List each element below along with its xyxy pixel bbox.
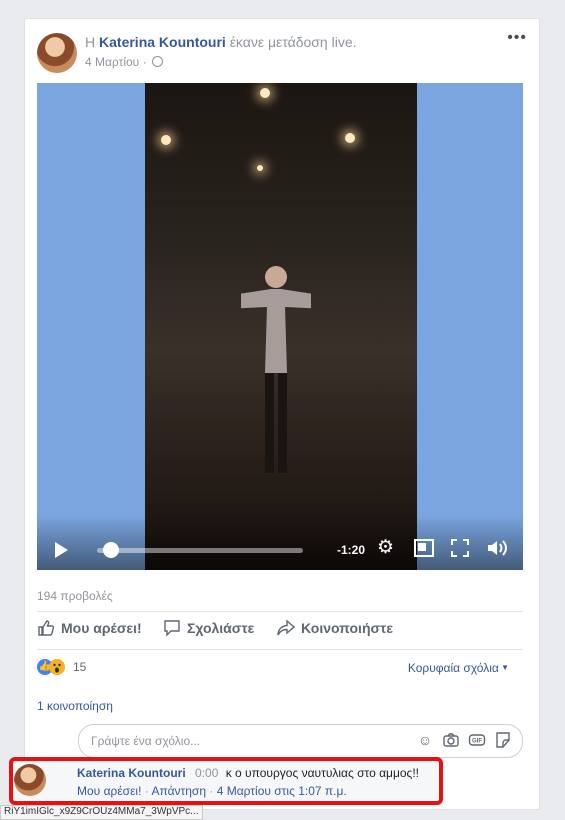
emoji-icon[interactable]: ☺ [416, 731, 434, 749]
thumbs-up-icon [38, 620, 55, 636]
post-date[interactable]: 4 Μαρτίου [85, 55, 139, 69]
reactions-row: 👍 15 Κορυφαία σχόλια ▼ [37, 659, 523, 677]
more-options-icon[interactable]: ••• [507, 29, 527, 47]
ceiling-light [161, 135, 171, 145]
share-button[interactable]: Κοινοποιήστε [277, 619, 393, 637]
camera-icon[interactable] [442, 731, 460, 749]
post-header: Η Katerina Kountouri έκανε μετάδοση live… [85, 34, 357, 50]
comment-icon [164, 620, 180, 637]
gif-icon[interactable]: GIF [468, 731, 486, 749]
remaining-time: -1:20 [337, 543, 366, 557]
wow-reaction-icon[interactable] [49, 659, 65, 675]
comment-actions: Μου αρέσει! · Απάντηση · 4 Μαρτίου στις … [77, 784, 347, 798]
share-icon [277, 619, 295, 636]
top-comments-dropdown[interactable]: Κορυφαία σχόλια ▼ [408, 661, 509, 675]
play-icon[interactable] [55, 542, 68, 558]
ceiling-light [345, 133, 355, 143]
comment-reply-link[interactable]: Απάντηση [151, 784, 206, 798]
date-separator: · [142, 55, 147, 69]
comment-button[interactable]: Σχολιάστε [163, 619, 254, 637]
header-action: έκανε μετάδοση live. [229, 34, 357, 50]
like-label: Μου αρέσει! [61, 620, 142, 636]
video-frame [145, 83, 417, 570]
post-actions: Μου αρέσει! Σχολιάστε Κοινοποιήστε [37, 619, 523, 641]
commenter-name-link[interactable]: Katerina Kountouri [77, 766, 186, 780]
like-button[interactable]: Μου αρέσει! [37, 619, 142, 637]
comment-separator: · [209, 784, 214, 798]
share-count-link[interactable]: 1 κοινοποίηση [37, 699, 113, 713]
author-avatar[interactable] [37, 33, 77, 73]
divider [37, 611, 523, 612]
post-card: Η Katerina Kountouri έκανε μετάδοση live… [24, 18, 540, 810]
sticker-icon[interactable] [494, 731, 512, 749]
comment-like-link[interactable]: Μου αρέσει! [77, 784, 141, 798]
comment-label: Σχολιάστε [187, 620, 255, 636]
globe-icon [151, 56, 163, 67]
ceiling-light [260, 88, 270, 98]
comment-text: κ ο υπουργος ναυτυλιας στο αμμος!! [225, 766, 419, 780]
comment-body: Katerina Kountouri 0:00 κ ο υπουργος ναυ… [77, 766, 419, 780]
progress-knob[interactable] [103, 542, 120, 558]
top-comments-label: Κορυφαία σχόλια [407, 661, 499, 675]
fullscreen-icon[interactable] [451, 539, 469, 557]
post-meta: 4 Μαρτίου · [85, 55, 163, 69]
comment-input[interactable] [89, 731, 393, 751]
comment-date-link[interactable]: 4 Μαρτίου στις 1:07 π.μ. [217, 784, 347, 798]
header-prefix: Η [85, 34, 96, 50]
divider [37, 649, 523, 650]
comment-box[interactable]: ☺ GIF [78, 724, 523, 758]
view-count: 194 προβολές [37, 589, 113, 603]
video-controls: -1:20 ⚙ [37, 515, 523, 570]
share-label: Κοινοποιήστε [301, 620, 393, 636]
ceiling-light [257, 165, 263, 171]
settings-gear-icon[interactable]: ⚙ [377, 537, 394, 559]
reactions-count[interactable]: 15 [73, 660, 86, 674]
comment-video-timestamp[interactable]: 0:00 [195, 766, 218, 780]
commenter-avatar[interactable] [14, 764, 46, 796]
pip-icon[interactable] [414, 539, 434, 557]
video-person [241, 266, 311, 473]
author-name-link[interactable]: Katerina Kountouri [99, 34, 226, 50]
video-player[interactable]: -1:20 ⚙ [37, 83, 523, 570]
volume-icon[interactable] [486, 539, 508, 557]
svg-text:GIF: GIF [472, 739, 482, 745]
comment-separator: · [144, 784, 149, 798]
caret-down-icon: ▼ [498, 663, 509, 672]
progress-track[interactable] [97, 548, 303, 553]
